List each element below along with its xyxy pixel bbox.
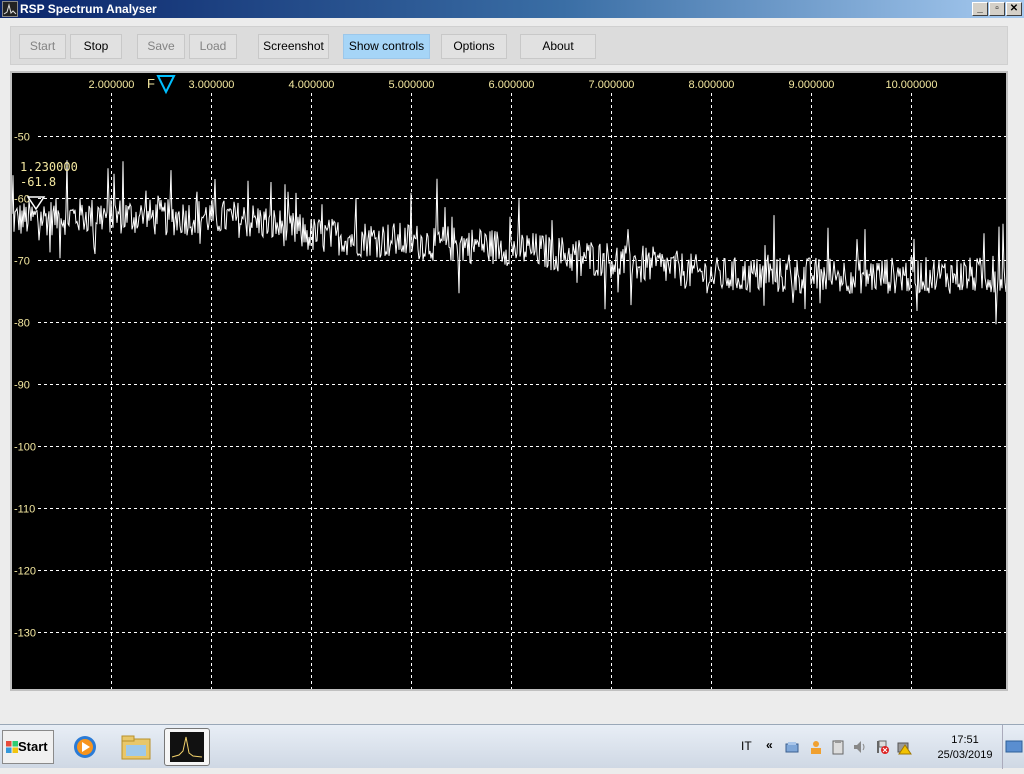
frequency-marker-label: F <box>147 76 155 91</box>
y-tick-label: -70 <box>14 256 30 268</box>
x-tick-label: 2.000000 <box>89 79 135 91</box>
options-button[interactable]: Options <box>441 34 507 59</box>
clock-time: 17:51 <box>951 734 979 746</box>
about-button[interactable]: About <box>520 34 596 59</box>
minimize-button[interactable]: _ <box>972 2 988 16</box>
toolbar: Start Stop Save Load Screenshot Show con… <box>10 26 1008 65</box>
maximize-button[interactable]: ▫ <box>989 2 1005 16</box>
system-tray: IT « 17:51 25/03/2019 <box>738 725 1024 769</box>
show-hidden-icons-button[interactable]: « <box>766 738 782 754</box>
spectrum-trace <box>12 160 1006 325</box>
safely-remove-hardware-icon[interactable] <box>896 739 912 755</box>
marker-frequency-readout: 1.230000 <box>20 160 78 174</box>
windows-flag-icon <box>6 741 18 753</box>
frequency-marker-icon[interactable] <box>156 75 176 95</box>
title-bar: RSP Spectrum Analyser _ ▫ ✕ <box>0 0 1024 18</box>
y-tick-label: -90 <box>14 380 30 392</box>
x-tick-label: 4.000000 <box>289 79 335 91</box>
start-label: Start <box>18 739 48 754</box>
y-tick-label: -80 <box>14 318 30 330</box>
media-player-icon[interactable] <box>62 728 108 766</box>
window-title: RSP Spectrum Analyser <box>20 2 157 16</box>
show-desktop-button[interactable] <box>1002 725 1024 769</box>
volume-icon[interactable] <box>852 739 868 755</box>
y-tick-label: -50 <box>14 132 30 144</box>
network-drive-icon[interactable] <box>784 739 800 755</box>
spectrum-display[interactable]: 2.000000 3.000000 4.000000 5.000000 6.000000… <box>10 71 1008 691</box>
screenshot-button[interactable]: Screenshot <box>258 34 329 59</box>
file-explorer-icon[interactable] <box>113 728 159 766</box>
save-button[interactable]: Save <box>137 34 185 59</box>
marker-level-readout: -61.8 <box>20 175 57 189</box>
stop-button[interactable]: Stop <box>70 34 122 59</box>
y-tick-label: -60 <box>14 194 30 206</box>
app-logo-icon <box>2 1 18 17</box>
frequency-marker[interactable]: F <box>147 75 176 95</box>
y-tick-label: -120 <box>14 566 36 578</box>
x-tick-label: 8.000000 <box>689 79 735 91</box>
language-indicator[interactable]: IT <box>741 739 752 753</box>
show-controls-button[interactable]: Show controls <box>343 34 430 59</box>
close-button[interactable]: ✕ <box>1006 2 1022 16</box>
windows-start-button[interactable]: Start <box>2 730 54 764</box>
x-tick-label: 7.000000 <box>589 79 635 91</box>
x-tick-label: 10.000000 <box>886 79 938 91</box>
peak-marker-icon <box>26 196 46 211</box>
clock-date: 25/03/2019 <box>937 749 993 761</box>
load-button[interactable]: Load <box>189 34 237 59</box>
x-tick-label: 6.000000 <box>489 79 535 91</box>
start-button[interactable]: Start <box>19 34 66 59</box>
y-tick-label: -100 <box>14 442 36 454</box>
y-tick-label: -130 <box>14 628 36 640</box>
clipboard-icon[interactable] <box>830 739 846 755</box>
x-tick-label: 3.000000 <box>189 79 235 91</box>
user-alert-icon[interactable] <box>808 739 824 755</box>
x-tick-label: 9.000000 <box>789 79 835 91</box>
x-tick-label: 5.000000 <box>389 79 435 91</box>
taskbar: Start IT « 17:51 25/03/2019 <box>0 724 1024 769</box>
spectrum-plot[interactable]: 2.000000 3.000000 4.000000 5.000000 6.000000… <box>12 73 1006 689</box>
spectrum-analyser-icon[interactable] <box>164 728 210 766</box>
y-tick-label: -110 <box>14 504 35 516</box>
action-center-icon[interactable] <box>874 739 890 755</box>
system-clock[interactable]: 17:51 25/03/2019 <box>930 733 1000 763</box>
